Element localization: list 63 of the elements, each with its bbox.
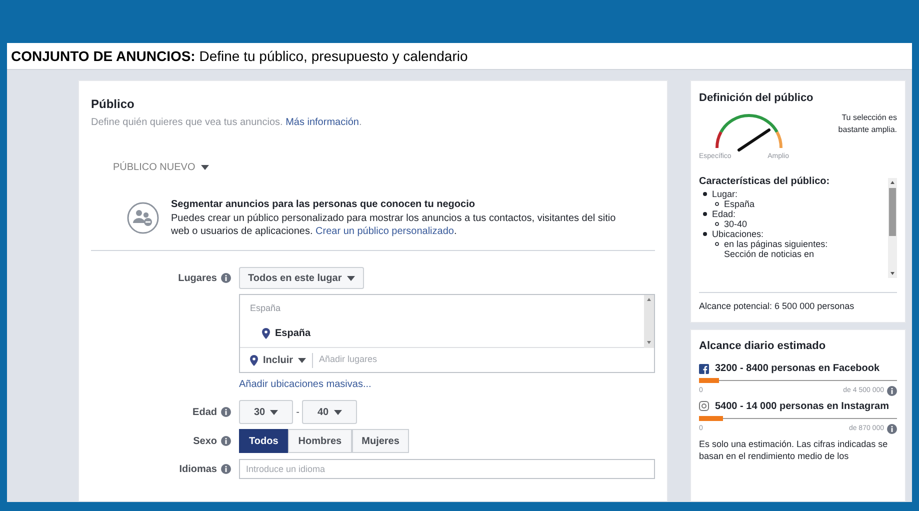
- scrollbar[interactable]: [888, 178, 897, 278]
- info-icon[interactable]: [221, 273, 231, 283]
- location-type-dropdown[interactable]: Todos en este lugar: [239, 267, 364, 289]
- characteristic-item: Edad:: [712, 209, 736, 219]
- field-label: Sexo: [193, 434, 217, 448]
- custom-audience-description: Puedes crear un público personalizado para mostrar los anuncios a tus contactos, visitantes del sitio web o usuarios de aplicaciones. Crear un público personalizado.: [171, 212, 617, 238]
- potential-reach: Alcance potencial: 6 500 000 personas: [699, 300, 856, 313]
- card-title: Definición del público: [699, 91, 814, 106]
- facebook-icon: [699, 364, 709, 374]
- create-audience-link[interactable]: Crear un público personalizado: [316, 226, 454, 237]
- bullet-icon: [715, 222, 719, 226]
- card-title: Alcance diario estimado: [699, 338, 827, 354]
- characteristic-item: 30-40: [724, 219, 748, 229]
- caret-icon: [346, 276, 355, 280]
- location-group: España: [250, 302, 634, 316]
- characteristic-item: en las páginas siguientes: Sección de noticias en: [724, 239, 829, 259]
- characteristic-item: Ubicaciones:: [712, 229, 764, 239]
- gender-option[interactable]: Todos: [239, 429, 288, 453]
- gender-option[interactable]: Hombres: [288, 429, 352, 453]
- bullet-icon: [703, 192, 707, 196]
- bullet-icon: [715, 202, 719, 206]
- info-icon[interactable]: [221, 407, 231, 417]
- gender-option[interactable]: Mujeres: [352, 429, 410, 453]
- scrollbar[interactable]: [644, 295, 654, 348]
- estimate-note: Es solo una estimación. Las cifras indicadas se basan en el rendimiento medio de los: [699, 438, 889, 462]
- characteristics-title: Características del público:: [699, 175, 831, 189]
- characteristic-item: Lugar:: [712, 189, 738, 199]
- info-icon[interactable]: [221, 436, 231, 446]
- field-label: Edad: [192, 406, 217, 420]
- bullet-icon: [703, 212, 707, 216]
- field-label: Lugares: [178, 272, 217, 286]
- bulk-locations-link[interactable]: Añadir ubicaciones masivas...: [239, 377, 372, 392]
- section-description: Define quién quieres que vea tus anuncios. Más información.: [91, 116, 363, 130]
- range-separator: -: [296, 406, 300, 420]
- platform-reach: 5400 - 14 000 personas en Instagram: [715, 400, 889, 414]
- custom-audience-icon: [127, 202, 159, 234]
- bullet-icon: [715, 242, 719, 246]
- page-title: CONJUNTO DE ANUNCIOS: Define tu público, presupuesto y calendario: [11, 46, 468, 66]
- language-field[interactable]: Introduce un idioma: [239, 459, 655, 479]
- info-icon[interactable]: [887, 386, 897, 396]
- custom-audience-title: Segmentar anuncios para las personas que conocen tu negocio: [171, 198, 476, 212]
- pin-icon: [250, 354, 258, 366]
- gauge-note: Tu selección es bastante amplia.: [837, 112, 897, 136]
- caret-icon: [270, 410, 278, 414]
- include-dropdown[interactable]: Incluir: [250, 352, 314, 368]
- platform-reach: 3200 - 8400 personas en Facebook: [715, 362, 880, 376]
- info-icon[interactable]: [221, 464, 231, 474]
- characteristic-item: España: [724, 199, 755, 209]
- bullet-icon: [703, 232, 707, 236]
- caret-icon: [298, 358, 306, 362]
- age-dropdown[interactable]: 30: [239, 400, 294, 424]
- caret-icon: [201, 165, 210, 170]
- more-info-link[interactable]: Más información: [286, 117, 359, 128]
- age-dropdown[interactable]: 40: [302, 400, 357, 424]
- info-icon[interactable]: [887, 424, 897, 434]
- location-search-field[interactable]: Añadir lugares: [319, 353, 644, 367]
- new-audience-dropdown[interactable]: PÚBLICO NUEVO: [113, 160, 210, 175]
- caret-icon: [334, 410, 342, 414]
- field-label: Idiomas: [179, 462, 217, 476]
- location-item[interactable]: España: [275, 326, 311, 340]
- instagram-icon: [699, 401, 709, 411]
- section-title: Público: [91, 96, 136, 113]
- pin-icon: [262, 328, 270, 338]
